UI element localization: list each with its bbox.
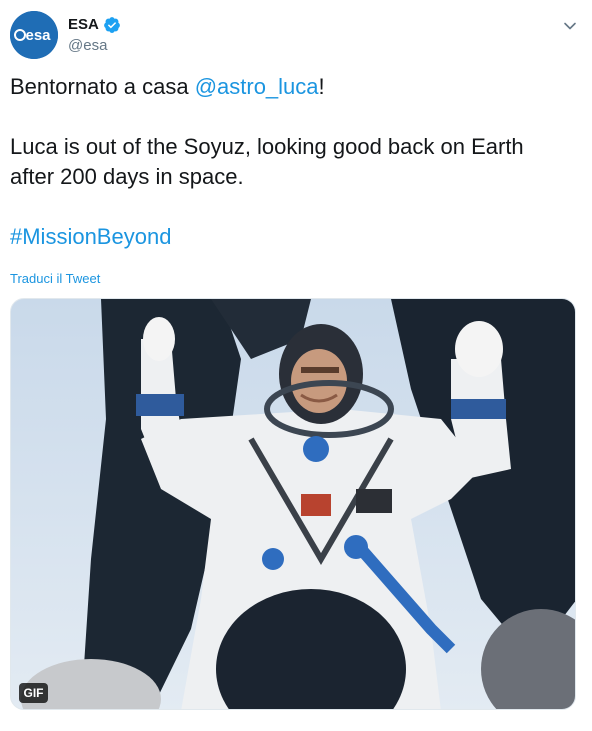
- chevron-down-icon[interactable]: [562, 18, 578, 34]
- author-display-name[interactable]: ESA: [68, 16, 99, 34]
- esa-logo: esa: [10, 11, 58, 59]
- tweet-text-prefix: Bentornato a casa: [10, 74, 195, 99]
- translate-tweet-link[interactable]: Traduci il Tweet: [10, 271, 100, 286]
- author-avatar[interactable]: esa: [10, 11, 58, 59]
- hashtag-link[interactable]: #MissionBeyond: [10, 224, 171, 249]
- astronaut-photo: [11, 299, 575, 709]
- svg-text:esa: esa: [25, 27, 51, 44]
- tweet: esa ESA @esa Bentornato a casa @astro_lu…: [0, 0, 592, 731]
- author-handle[interactable]: @esa: [68, 37, 121, 55]
- verified-badge-icon: [103, 16, 121, 34]
- gif-badge: GIF: [19, 683, 48, 703]
- tweet-media-gif[interactable]: [10, 298, 576, 710]
- tweet-text-suffix: !: [318, 74, 325, 99]
- author-info: ESA @esa: [68, 16, 121, 55]
- tweet-line-1: Bentornato a casa @astro_luca!: [10, 72, 570, 102]
- mention-link[interactable]: @astro_luca: [195, 74, 319, 99]
- tweet-text: Bentornato a casa @astro_luca! Luca is o…: [10, 72, 570, 252]
- tweet-line-2: Luca is out of the Soyuz, looking good b…: [10, 134, 524, 189]
